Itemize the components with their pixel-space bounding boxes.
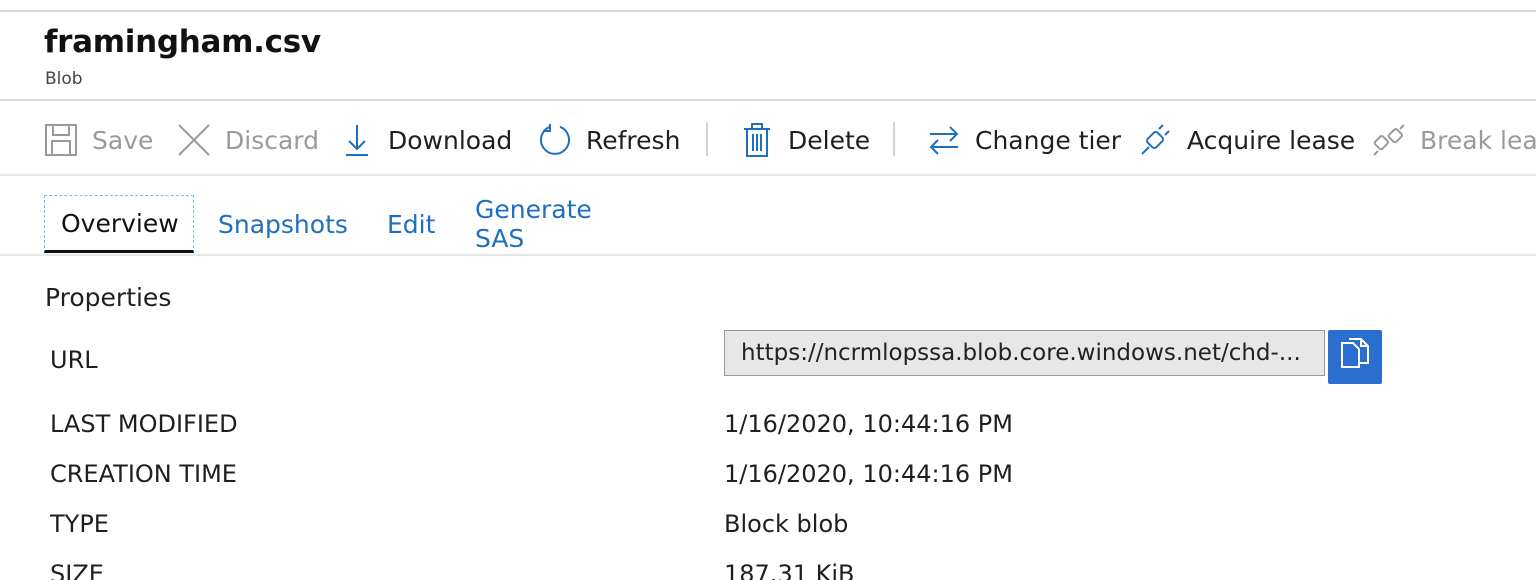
top-divider [0,10,1536,12]
save-label: Save [92,125,154,155]
copy-url-button[interactable] [1328,330,1382,384]
header-divider [0,99,1536,101]
toolbar-separator [706,122,708,156]
download-icon [340,123,374,157]
size-value: 187.31 KiB [724,560,855,580]
tab-overview[interactable]: Overview [44,195,194,253]
discard-label: Discard [225,125,319,155]
trash-icon [740,123,774,157]
save-button[interactable]: Save [44,112,153,168]
type-value: Block blob [724,510,849,538]
creation-time-value: 1/16/2020, 10:44:16 PM [724,460,1013,488]
last-modified-value: 1/16/2020, 10:44:16 PM [724,410,1013,438]
command-bar: Save Discard Download Refresh Delete Cha… [0,112,1536,168]
delete-label: Delete [788,125,871,155]
unplug-icon [1372,123,1406,157]
creation-time-label: CREATION TIME [50,460,237,488]
save-icon [44,123,78,157]
url-label: URL [50,346,98,374]
tab-edit[interactable]: Edit [387,195,435,253]
swap-arrows-icon [927,123,961,157]
plug-icon [1139,123,1173,157]
acquire-lease-button[interactable]: Acquire lease [1139,112,1355,168]
change-tier-button[interactable]: Change tier [927,112,1121,168]
download-button[interactable]: Download [340,112,512,168]
url-field[interactable]: https://ncrmlopssa.blob.core.windows.net… [724,330,1325,376]
tab-generate-sas[interactable]: Generate SAS [475,195,592,253]
break-lease-button[interactable]: Break leas [1372,112,1536,168]
last-modified-label: LAST MODIFIED [50,410,238,438]
page-subtitle: Blob [45,69,83,89]
break-lease-label: Break leas [1420,125,1536,155]
tab-snapshots[interactable]: Snapshots [218,195,348,253]
change-tier-label: Change tier [975,125,1122,155]
type-label: TYPE [50,510,109,538]
copy-icon [1339,337,1371,377]
close-icon [177,123,211,157]
properties-heading: Properties [45,283,172,312]
toolbar-separator [893,122,895,156]
acquire-lease-label: Acquire lease [1187,125,1356,155]
refresh-label: Refresh [586,125,681,155]
page-title: framingham.csv [44,24,321,60]
toolbar-divider [0,174,1536,176]
tab-divider [0,254,1536,256]
discard-button[interactable]: Discard [177,112,319,168]
delete-button[interactable]: Delete [740,112,870,168]
size-label: SIZE [50,560,104,580]
download-label: Download [388,125,513,155]
refresh-icon [538,123,572,157]
refresh-button[interactable]: Refresh [538,112,680,168]
